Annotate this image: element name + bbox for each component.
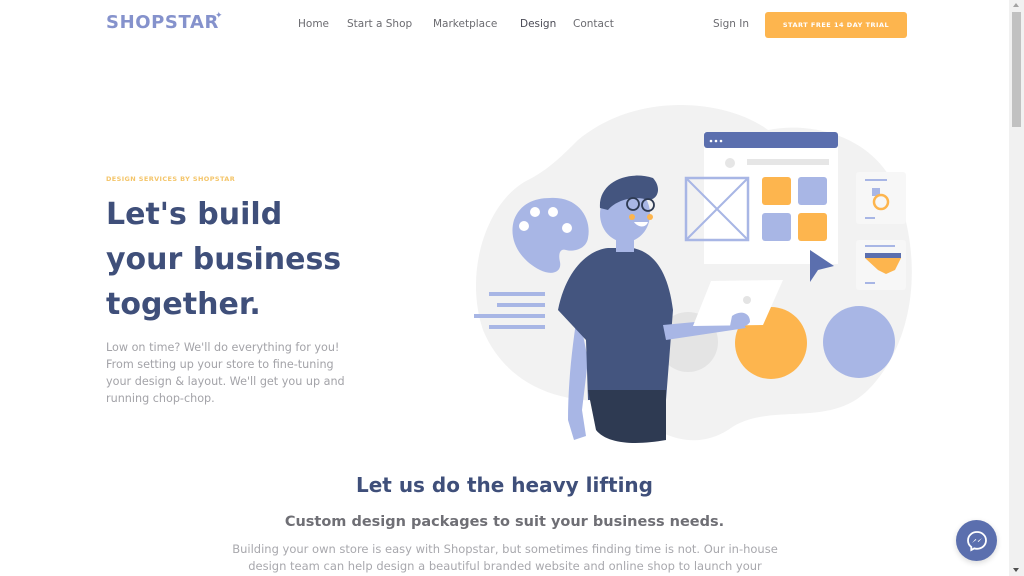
logo-star-icon: ✦ xyxy=(215,10,223,20)
nav-contact[interactable]: Contact xyxy=(573,18,614,30)
section-title: Let us do the heavy lifting xyxy=(355,473,653,497)
sign-in-link[interactable]: Sign In xyxy=(713,18,749,30)
designer-illustration xyxy=(474,105,912,443)
hero-title-line: your business xyxy=(106,242,342,277)
messenger-chat-button[interactable] xyxy=(956,520,997,561)
hero-title-line: together. xyxy=(106,287,261,322)
browser-window-graphic xyxy=(684,132,838,282)
nav-home[interactable]: Home xyxy=(298,18,329,30)
nav-start-a-shop[interactable]: Start a Shop xyxy=(347,18,412,30)
hero-description: Low on time? We'll do everything for you… xyxy=(106,341,345,405)
page: SHOPSTAR ✦ Home Start a Shop Marketplace… xyxy=(0,0,1009,576)
messenger-icon xyxy=(966,530,987,552)
ring-card-graphic xyxy=(856,172,906,224)
section-subtitle: Custom design packages to suit your busi… xyxy=(284,514,725,530)
section-body: Building your own store is easy with Sho… xyxy=(232,542,778,573)
shopstar-logo[interactable]: SHOPSTAR xyxy=(106,12,219,33)
hero-eyebrow: DESIGN SERVICES BY SHOPSTAR xyxy=(106,175,236,183)
start-trial-button[interactable]: START FREE 14 DAY TRIAL xyxy=(765,12,907,38)
page-scrollbar[interactable] xyxy=(1009,0,1024,576)
product-card-graphic xyxy=(856,240,906,290)
nav-marketplace[interactable]: Marketplace xyxy=(433,18,497,30)
nav-design[interactable]: Design xyxy=(520,18,556,30)
hero-title-line: Let's build xyxy=(106,197,283,232)
background-blob xyxy=(475,105,912,441)
hero-title: Let's build your business together. xyxy=(106,192,366,327)
blue-circle xyxy=(823,306,895,378)
scrollbar-thumb[interactable] xyxy=(1012,12,1021,127)
scroll-down-arrow-icon[interactable] xyxy=(1013,568,1019,572)
scroll-up-arrow-icon[interactable] xyxy=(1013,3,1019,7)
